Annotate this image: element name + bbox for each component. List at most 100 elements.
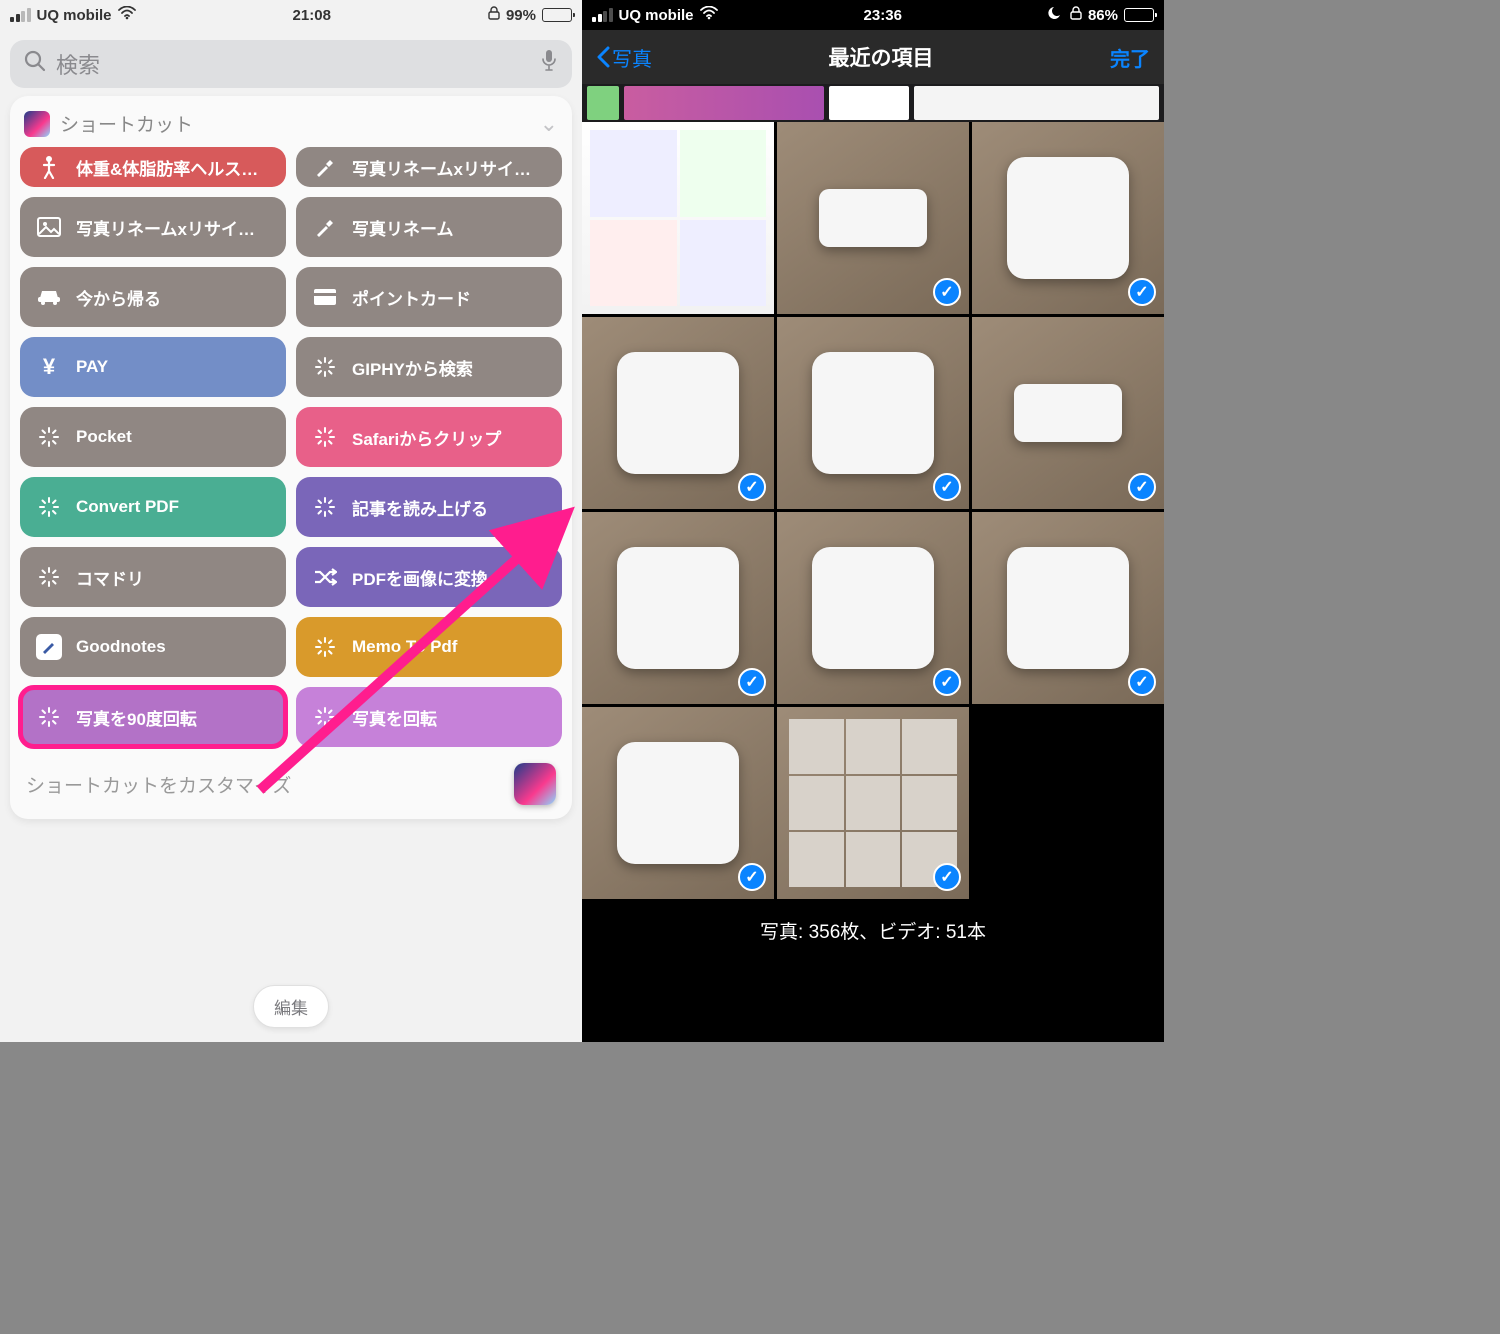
back-button[interactable]: 写真 (596, 43, 652, 72)
photo-thumbnail[interactable] (582, 122, 774, 314)
shortcut-tile[interactable]: 記事を読み上げる (296, 477, 562, 537)
done-button[interactable]: 完了 (1110, 43, 1150, 72)
spark-icon (312, 494, 338, 520)
selected-check-icon (1128, 668, 1156, 696)
shortcut-tile[interactable]: ポイントカード (296, 267, 562, 327)
wifi-icon (118, 6, 136, 24)
shortcut-tile[interactable]: GIPHYから検索 (296, 337, 562, 397)
photo-thumbnail[interactable] (582, 512, 774, 704)
tile-label: コマドリ (76, 565, 144, 590)
mic-icon[interactable] (540, 49, 558, 79)
shortcut-tile[interactable]: Memo To Pdf (296, 617, 562, 677)
photo-thumbnail[interactable] (972, 512, 1164, 704)
signal-icon (592, 8, 613, 22)
carrier-label: UQ mobile (37, 7, 112, 24)
photo-thumbnail[interactable] (777, 512, 969, 704)
status-bar: UQ mobile 21:08 99% (0, 0, 582, 30)
tile-label: 体重&体脂肪率ヘルス… (76, 155, 258, 180)
selected-check-icon (738, 863, 766, 891)
battery-icon (542, 8, 572, 22)
wifi-icon (700, 6, 718, 24)
photo-thumbnail[interactable] (777, 122, 969, 314)
signal-icon (10, 8, 31, 22)
shuffle-icon (312, 564, 338, 590)
photo-thumbnail[interactable] (972, 317, 1164, 509)
selected-check-icon (933, 668, 961, 696)
shortcut-tile[interactable]: Pocket (20, 407, 286, 467)
yen-icon: ¥ (36, 354, 62, 380)
spark-icon (36, 564, 62, 590)
shortcuts-app-icon (24, 111, 50, 137)
tile-label: 写真リネーム (352, 215, 454, 240)
tile-label: Goodnotes (76, 637, 166, 657)
spark-icon (312, 634, 338, 660)
tile-label: PDFを画像に変換 (352, 565, 488, 590)
card-icon (312, 284, 338, 310)
shortcut-tile[interactable]: 写真リネーム (296, 197, 562, 257)
tile-label: Memo To Pdf (352, 637, 457, 657)
shortcut-tile[interactable]: 写真リネームxリサイ… (296, 147, 562, 187)
album-strip[interactable] (582, 84, 1164, 122)
edit-button[interactable]: 編集 (253, 985, 329, 1028)
selected-check-icon (933, 278, 961, 306)
tile-label: 写真リネームxリサイ… (76, 215, 255, 240)
selected-check-icon (1128, 278, 1156, 306)
shortcut-tile[interactable]: 写真を回転 (296, 687, 562, 747)
spark-icon (312, 704, 338, 730)
lock-icon (488, 6, 500, 24)
tile-label: GIPHYから検索 (352, 355, 473, 380)
shortcut-tile[interactable]: 写真を90度回転 (20, 687, 286, 747)
shortcut-tiles-grid: 体重&体脂肪率ヘルス… 写真リネームxリサイ… 写真リネームxリサイ… 写真リネーム今… (20, 147, 562, 747)
tile-label: 写真を90度回転 (76, 705, 197, 730)
selection-summary: 写真: 356枚、ビデオ: 51本 (582, 899, 1164, 944)
search-placeholder: 検索 (56, 48, 100, 80)
carrier-label: UQ mobile (619, 7, 694, 24)
tile-label: PAY (76, 357, 108, 377)
dnd-icon (1048, 5, 1064, 25)
car-icon (36, 284, 62, 310)
photo-thumbnail (972, 707, 1164, 899)
selected-check-icon (738, 473, 766, 501)
spark-icon (312, 424, 338, 450)
spotlight-search[interactable]: 検索 (10, 40, 572, 88)
clock: 21:08 (293, 7, 331, 24)
hammer-icon (312, 154, 338, 180)
tile-label: Safariからクリップ (352, 425, 501, 450)
shortcut-tile[interactable]: PDFを画像に変換 (296, 547, 562, 607)
spark-icon (312, 354, 338, 380)
photo-thumbnail[interactable] (582, 707, 774, 899)
spark-icon (36, 704, 62, 730)
photo-icon (36, 214, 62, 240)
selected-check-icon (933, 473, 961, 501)
status-bar: UQ mobile 23:36 86% (582, 0, 1164, 30)
shortcut-tile[interactable]: 体重&体脂肪率ヘルス… (20, 147, 286, 187)
shortcut-tile[interactable]: Convert PDF (20, 477, 286, 537)
shortcut-tile[interactable]: Goodnotes (20, 617, 286, 677)
body-icon (36, 154, 62, 180)
note-icon (36, 634, 62, 660)
spark-icon (36, 424, 62, 450)
tile-label: 記事を読み上げる (352, 495, 488, 520)
shortcut-tile[interactable]: 写真リネームxリサイ… (20, 197, 286, 257)
photo-thumbnail[interactable] (777, 707, 969, 899)
customize-label: ショートカットをカスタマイズ (26, 771, 291, 798)
shortcut-tile[interactable]: コマドリ (20, 547, 286, 607)
shortcut-tile[interactable]: Safariからクリップ (296, 407, 562, 467)
widget-header[interactable]: ショートカット ⌄ (20, 108, 562, 147)
shortcut-tile[interactable]: 今から帰る (20, 267, 286, 327)
tile-label: 写真を回転 (352, 705, 437, 730)
customize-row[interactable]: ショートカットをカスタマイズ (20, 763, 562, 805)
tile-label: Pocket (76, 427, 132, 447)
battery-pct: 99% (506, 7, 536, 24)
photo-thumbnail[interactable] (777, 317, 969, 509)
navbar: 写真 最近の項目 完了 (582, 30, 1164, 84)
selected-check-icon (738, 668, 766, 696)
chevron-down-icon[interactable]: ⌄ (540, 111, 558, 137)
shortcut-tile[interactable]: ¥ PAY (20, 337, 286, 397)
tile-label: ポイントカード (352, 285, 471, 310)
widget-title: ショートカット (60, 110, 193, 137)
photo-thumbnail[interactable] (972, 122, 1164, 314)
photo-thumbnail[interactable] (582, 317, 774, 509)
selected-check-icon (1128, 473, 1156, 501)
shortcuts-app-icon (514, 763, 556, 805)
